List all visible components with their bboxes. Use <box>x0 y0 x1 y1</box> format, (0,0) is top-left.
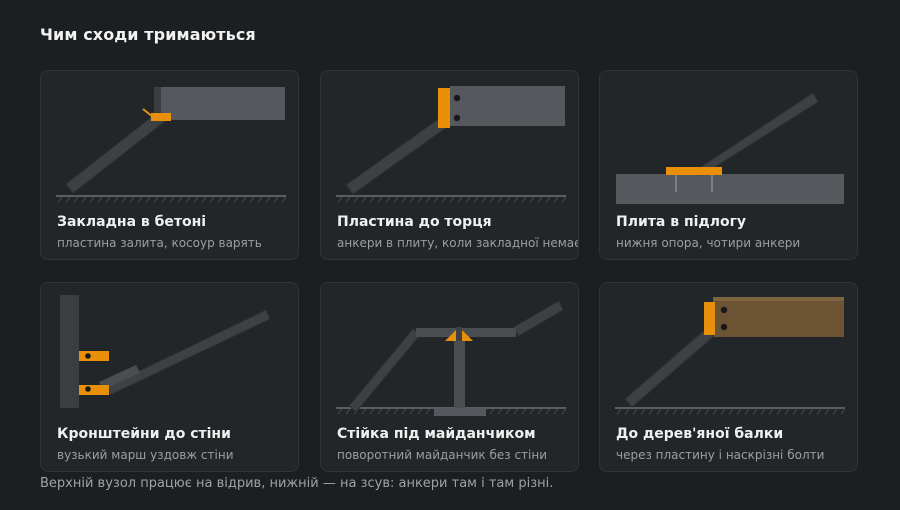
landing-post-illustration <box>336 300 567 416</box>
card-title: Кронштейни до стіни <box>57 426 231 442</box>
card-title: Пластина до торця <box>337 214 492 230</box>
card-title: До дерев'яної балки <box>616 426 784 442</box>
card-plate-to-end: Пластина до торця анкери в плиту, коли з… <box>320 70 579 260</box>
card-subtitle: вузький марш уздовж стіни <box>57 448 234 462</box>
card-embedded-concrete: Закладна в бетоні пластина залита, косоу… <box>40 70 299 260</box>
wall-brackets-illustration <box>60 295 271 408</box>
card-subtitle: пластина залита, косоур варять <box>57 236 262 250</box>
card-title: Стійка під майданчиком <box>337 426 536 442</box>
page-title: Чим сходи тримаються <box>40 25 256 44</box>
card-wood-beam: До дерев'яної балки через пластину і нас… <box>599 282 858 472</box>
footnote: Верхній вузол працює на відрив, нижній —… <box>40 476 554 491</box>
card-subtitle: через пластину і наскрізні болти <box>616 448 825 462</box>
card-landing-post: Стійка під майданчиком поворотний майдан… <box>320 282 579 472</box>
plate-to-end-illustration <box>336 86 567 203</box>
card-subtitle: анкери в плиту, коли закладної немає <box>337 236 579 250</box>
card-subtitle: нижня опора, чотири анкери <box>616 236 801 250</box>
wood-beam-illustration <box>615 297 846 415</box>
card-wall-brackets: Кронштейни до стіни вузький марш уздовж … <box>40 282 299 472</box>
card-title: Плита в підлогу <box>616 214 747 230</box>
card-floor-plate: Плита в підлогу нижня опора, чотири анке… <box>599 70 858 260</box>
floor-plate-illustration <box>616 92 844 204</box>
card-title: Закладна в бетоні <box>57 214 207 230</box>
card-subtitle: поворотний майданчик без стіни <box>337 448 548 462</box>
embedded-concrete-illustration <box>56 87 287 203</box>
